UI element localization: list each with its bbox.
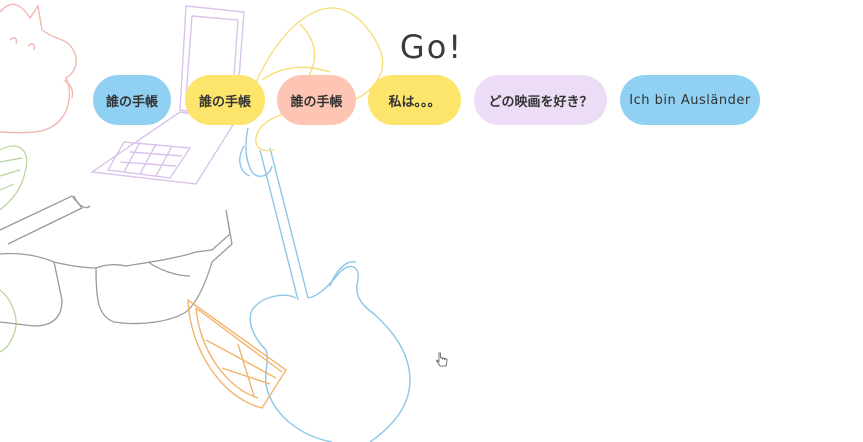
guitar-doodle <box>239 127 411 442</box>
orange-slice-doodle <box>187 298 287 409</box>
topic-button-4[interactable]: 私は。。。 <box>368 75 461 125</box>
page-title: Go! <box>399 28 464 66</box>
leaf-doodle <box>0 145 28 353</box>
topic-button-5[interactable]: どの映画を好き？ <box>474 75 607 125</box>
hand-cursor-icon <box>436 352 448 367</box>
background-illustrations <box>0 3 411 442</box>
cat-doodle <box>0 3 77 134</box>
topic-button-2[interactable]: 誰の手帳 <box>185 75 265 125</box>
topic-button-6[interactable]: Ich bin Ausländer <box>620 75 760 125</box>
topic-button-1[interactable]: 誰の手帳 <box>93 75 171 125</box>
topic-button-3[interactable]: 誰の手帳 <box>277 75 356 125</box>
